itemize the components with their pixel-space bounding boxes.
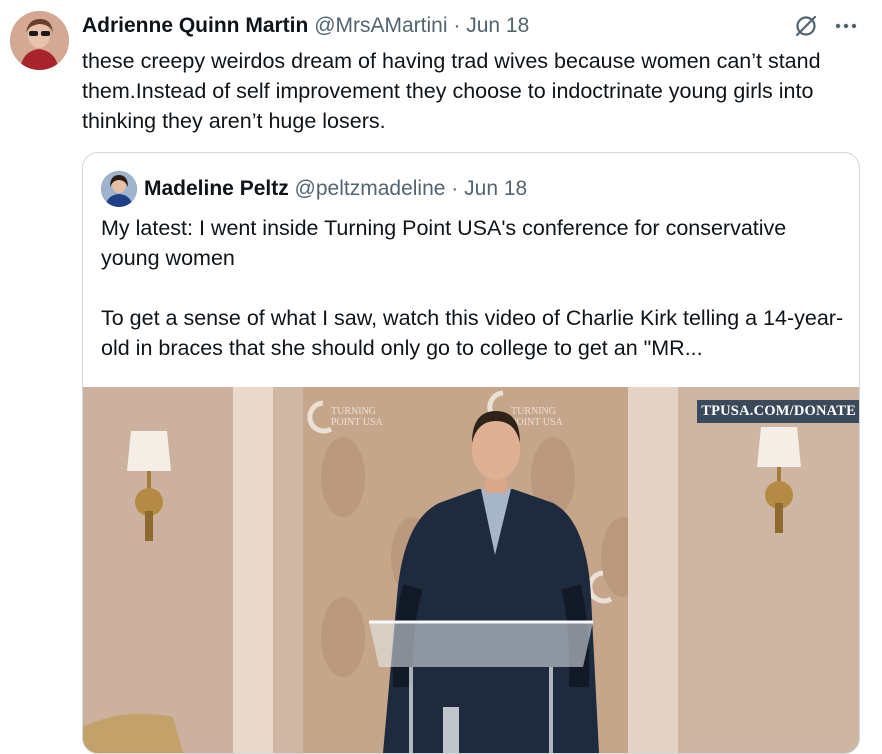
quoted-tweet-header: Madeline Peltz @peltzmadeline · Jun 18 — [144, 176, 527, 202]
header-separator: · — [453, 14, 461, 37]
author-handle[interactable]: @MrsAMartini — [314, 14, 447, 37]
author-name[interactable]: Adrienne Quinn Martin — [82, 14, 308, 37]
video-overlay-text: TPUSA.COM/DONATE — [697, 400, 859, 423]
quoted-author-name[interactable]: Madeline Peltz — [144, 177, 289, 200]
backdrop-logo-line-1: TURNING — [331, 406, 376, 417]
video-frame: TURNING POINT USA TURNING POINT USA — [83, 387, 859, 753]
more-icon[interactable] — [833, 13, 859, 39]
quoted-author-handle[interactable]: @peltzmadeline — [295, 177, 446, 200]
tweet-date[interactable]: Jun 18 — [466, 14, 529, 37]
quoted-tweet-date[interactable]: Jun 18 — [464, 177, 527, 200]
quoted-tweet-card[interactable]: Madeline Peltz @peltzmadeline · Jun 18 M… — [82, 152, 860, 754]
backdrop-logo-line-2: POINT USA — [331, 417, 384, 428]
quoted-header-separator: · — [451, 177, 459, 200]
author-avatar[interactable] — [10, 11, 69, 70]
quoted-tweet-video[interactable]: TURNING POINT USA TURNING POINT USA TPUS… — [83, 387, 859, 753]
grok-icon[interactable] — [793, 13, 819, 39]
quoted-author-avatar[interactable] — [101, 171, 137, 207]
tweet-text: these creepy weirdos dream of having tra… — [82, 49, 827, 133]
backdrop-logo-line-4: POINT USA — [511, 417, 564, 428]
tweet-header: Adrienne Quinn Martin @MrsAMartini · Jun… — [82, 13, 529, 39]
quoted-tweet-text: My latest: I went inside Turning Point U… — [101, 216, 844, 360]
backdrop-logo-line-3: TURNING — [511, 406, 556, 417]
